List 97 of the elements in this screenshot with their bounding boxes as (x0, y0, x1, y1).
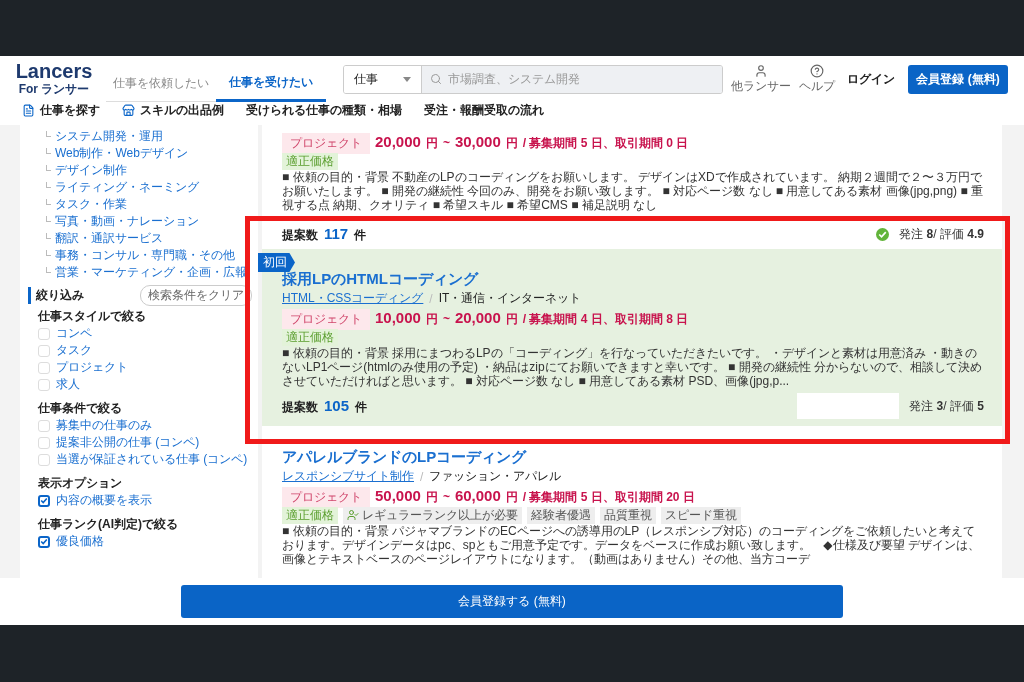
clear-button[interactable]: 検索条件をクリア (140, 285, 252, 306)
user-icon (754, 63, 768, 78)
option-label[interactable]: 当選が保証されている仕事 (コンペ) (56, 451, 248, 468)
checkbox[interactable] (38, 535, 50, 548)
option-label[interactable]: 求人 (56, 376, 80, 393)
job-description: ■ 依頼の目的・背景 採用にまつわるLPの「コーディング」を行なっていただきたいです。 ・デザインと素材は用意済み ・動きのないLP1ページ(htmlのみ使用の予定) ・納品はzipにてお願いできますと幸いです。 ■ 開発の継続性 分からないので、相談して決めさせていただければと思います。 ■ 対応ページ数 なし ■ 用意してある素材 PSD、画像(jpg,p... (282, 346, 983, 388)
separator: / (420, 469, 424, 484)
shop-icon (122, 104, 135, 117)
category-link[interactable]: タスク・作業 (55, 196, 127, 213)
range-sign: ~ (442, 312, 450, 326)
nav-link[interactable]: 受注・報酬受取の流れ (424, 102, 544, 119)
mode-tab[interactable]: 仕事を依頼したい (106, 66, 216, 102)
login-link[interactable]: ログイン (847, 70, 895, 88)
category-link[interactable]: HTML・CSSコーディング (282, 290, 424, 307)
category-link[interactable]: 事務・コンサル・専門職・その他 (55, 247, 235, 264)
branch-icon (46, 148, 51, 154)
icon-link[interactable]: ヘルプ (799, 63, 835, 95)
group-title: 仕事条件で絞る (38, 400, 123, 417)
currency: 円 (505, 311, 518, 328)
nav-link[interactable]: 仕事を探す (22, 102, 100, 119)
job-tag: スピード重視 (661, 506, 741, 524)
register-cta-button[interactable]: 会員登録する (無料) (181, 585, 843, 618)
group-title: 仕事スタイルで絞る (38, 308, 147, 325)
price-low: 10,000 (375, 309, 421, 326)
range-sign: ~ (442, 490, 450, 504)
proposals-unit: 件 (355, 398, 368, 416)
option-label[interactable]: コンペ (56, 325, 92, 342)
type-tag: プロジェクト (282, 487, 370, 508)
job-terms: / 募集期間 5 日、取引期間 20 日 (522, 489, 695, 506)
checkbox[interactable] (38, 494, 50, 507)
currency: 円 (505, 489, 518, 506)
price-high: 20,000 (454, 309, 501, 326)
category-link[interactable]: 翻訳・通訳サービス (55, 230, 163, 247)
price-high: 60,000 (454, 487, 501, 504)
price-low: 50,000 (375, 487, 421, 504)
group-title: 表示オプション (38, 475, 123, 492)
branch-icon (46, 165, 51, 171)
option-label[interactable]: 募集中の仕事のみ (56, 417, 152, 434)
document-icon (22, 104, 35, 117)
currency: 円 (425, 135, 438, 152)
branch-icon (46, 199, 51, 205)
proposals-label: 提案数 (282, 227, 318, 244)
price-low: 20,000 (375, 133, 421, 150)
client-stats: 発注 3/ 評価 5 (909, 397, 984, 415)
job-description: ■ 依頼の目的・背景 パジャマブランドのECページへの誘導用のLP（レスポンシブ対応）のコーディングをご依頼したいと考えております。デザインデータはpc、spともご用意予定です。データをベースに作成お願い致します。 ◆仕様及び要望 デザインは、画像とテキストベースのページレイアウトになります。（動画はありません）その他、当方コーデ (282, 524, 981, 566)
job-tag: 品質重視 (600, 506, 656, 524)
nav-link[interactable]: スキルの出品例 (122, 102, 224, 119)
job-terms: / 募集期間 4 日、取引期間 8 日 (522, 311, 689, 328)
category-link[interactable]: 写真・動画・ナレーション (55, 213, 199, 230)
job-tag: レギュラーランク以上が必要 (343, 506, 522, 524)
branch-icon (46, 233, 51, 239)
range-sign: ~ (442, 136, 450, 150)
register-button[interactable]: 会員登録 (無料) (908, 64, 1008, 94)
first-time-ribbon: 初回 (258, 253, 295, 272)
branch-icon (46, 267, 51, 273)
industry-label: IT・通信・インターネット (438, 290, 582, 307)
group-title: 仕事ランク(AI判定)で絞る (38, 516, 179, 533)
logo[interactable]: Lancers For ランサー (16, 60, 92, 98)
currency: 円 (505, 135, 518, 152)
price-high: 30,000 (454, 133, 501, 150)
branch-icon (46, 131, 51, 137)
job-title[interactable]: アパレルブランドのLPコーディング (282, 448, 984, 467)
person-check-icon (347, 509, 359, 521)
job-tag: 経験者優遇 (527, 506, 595, 524)
category-link[interactable]: 営業・マーケティング・企画・広報 (55, 264, 247, 281)
category-link[interactable]: ライティング・ネーミング (55, 179, 199, 196)
category-link[interactable]: システム開発・運用 (55, 128, 163, 145)
type-tag: プロジェクト (282, 309, 370, 330)
job-description: ■ 依頼の目的・背景 不動産のLPのコーディングをお願いします。 デザインはXDで作成されています。 納期２週間で２〜３万円でお願いたします。 ■ 開発の継続性 今回のみ、開発をお願い致します。 ■ 対応ページ数 なし ■ 用意してある素材 画像(jpg,png) ■ 重視する点 納期、クオリティ ■ 希望スキル ■ 希望CMS ■ 補足説明 なし (282, 170, 984, 212)
option-label[interactable]: 優良価格 (56, 533, 104, 550)
option-label[interactable]: タスク (56, 342, 92, 359)
nav-link[interactable]: 受けられる仕事の種類・相場 (246, 102, 402, 119)
proposals-count: 117 (324, 225, 349, 242)
client-stats: 発注 8/ 評価 4.9 (899, 226, 984, 243)
proposals-count: 105 (324, 396, 350, 414)
job-terms: / 募集期間 5 日、取引期間 0 日 (522, 135, 689, 152)
job-title[interactable]: 採用LPのHTMLコーディング (282, 270, 984, 289)
branch-icon (46, 216, 51, 222)
currency: 円 (425, 489, 438, 506)
option-label[interactable]: プロジェクト (56, 359, 128, 376)
proposals-label: 提案数 (282, 398, 318, 416)
proposals-unit: 件 (354, 227, 367, 244)
category-link[interactable]: デザイン制作 (55, 162, 127, 179)
mode-tab[interactable]: 仕事を受けたい (216, 66, 326, 102)
category-link[interactable]: Web制作・Webデザイン (55, 145, 188, 162)
icon-link[interactable]: 他ランサー (731, 63, 791, 95)
filter-title: 絞り込み (28, 287, 84, 304)
category-link[interactable]: レスポンシブサイト制作 (282, 468, 414, 485)
currency: 円 (425, 311, 438, 328)
option-label[interactable]: 内容の概要を表示 (56, 492, 152, 509)
separator: / (429, 291, 433, 306)
help-icon (810, 63, 824, 78)
branch-icon (46, 250, 51, 256)
type-tag: プロジェクト (282, 133, 370, 154)
branch-icon (46, 182, 51, 188)
option-label[interactable]: 提案非公開の仕事 (コンペ) (56, 434, 200, 451)
industry-label: ファッション・アパレル (429, 468, 562, 485)
